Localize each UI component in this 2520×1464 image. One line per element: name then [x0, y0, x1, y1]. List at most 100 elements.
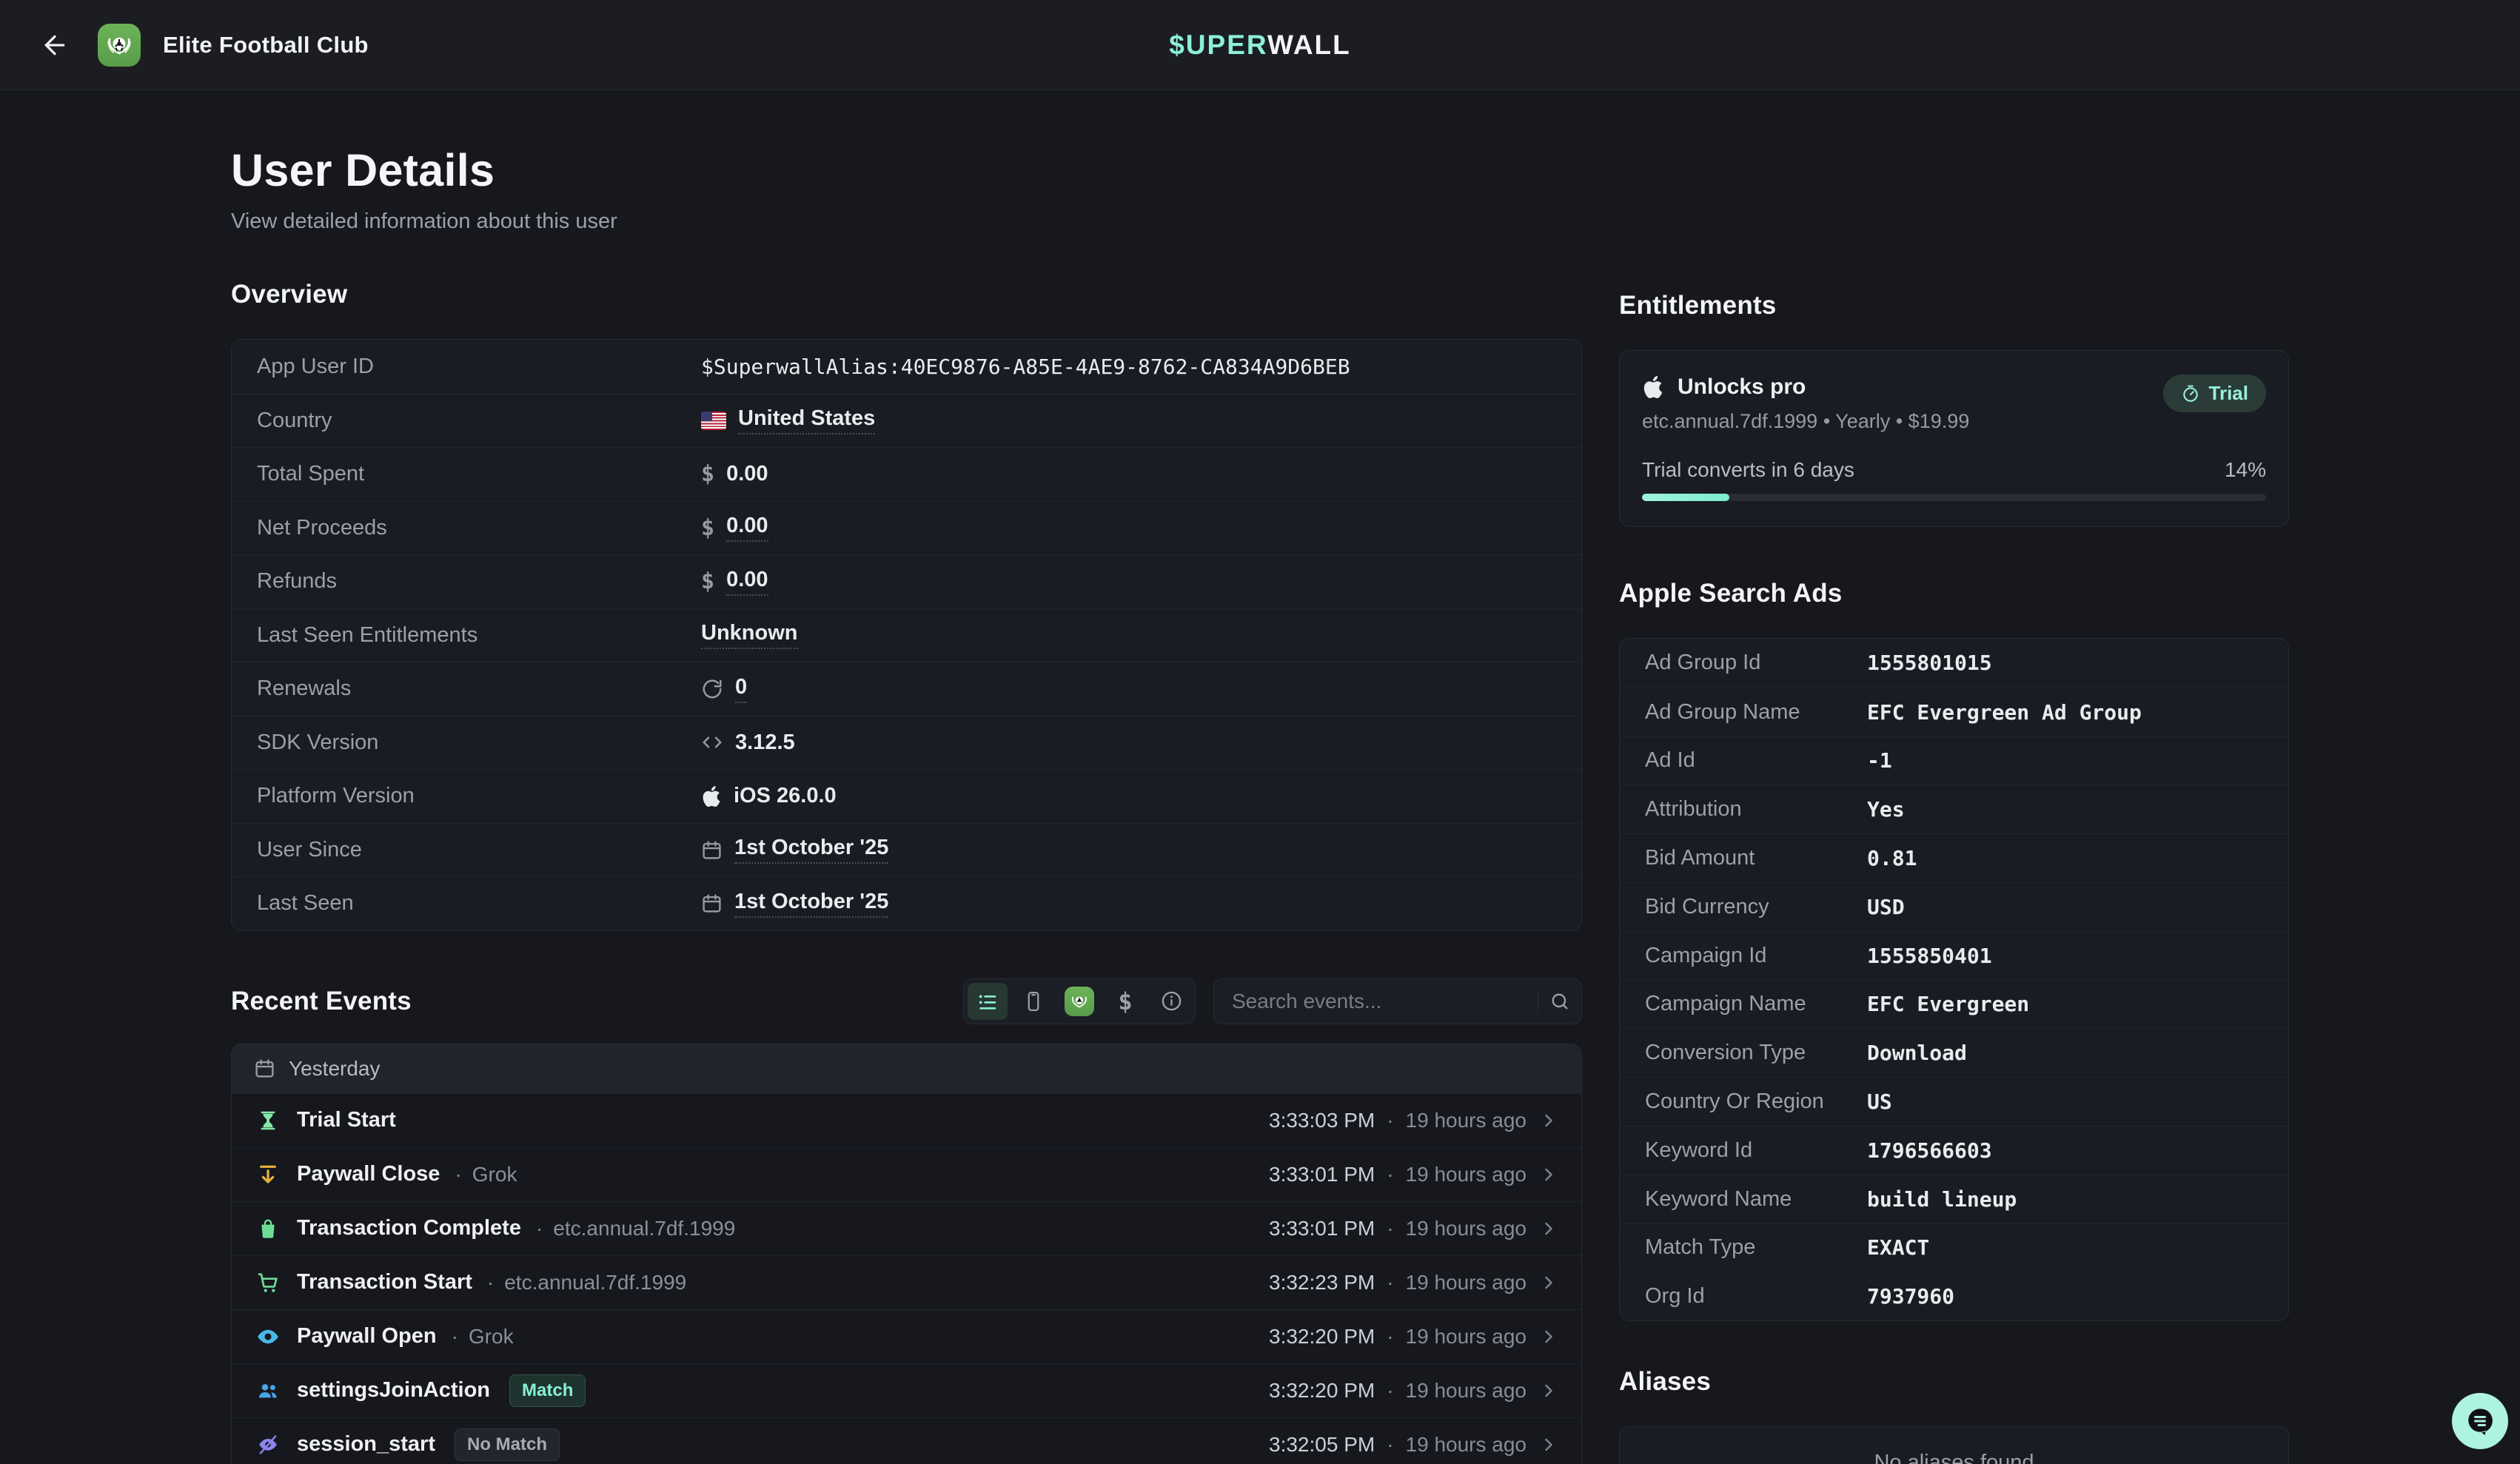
asa-value: build lineup	[1867, 1187, 2017, 1212]
table-row: Match TypeEXACT	[1620, 1223, 2288, 1272]
arrow-left-icon	[40, 30, 70, 60]
app-name: Elite Football Club	[163, 32, 369, 58]
app-logo-icon	[1065, 987, 1094, 1016]
table-row: Ad Group NameEFC Evergreen Ad Group	[1620, 688, 2288, 736]
table-row: Country United States	[232, 394, 1581, 448]
search-icon[interactable]	[1538, 991, 1581, 1012]
trial-progress-bar	[1642, 494, 2266, 501]
row-label: Refunds	[257, 569, 701, 594]
event-relative-time: 19 hours ago	[1406, 1109, 1527, 1132]
last-seen-value[interactable]: 1st October '25	[734, 890, 888, 918]
event-relative-time: 19 hours ago	[1406, 1325, 1527, 1349]
chevron-right-icon	[1538, 1218, 1559, 1239]
event-name: Paywall Close	[297, 1162, 440, 1186]
app-logo-icon	[98, 24, 141, 67]
trial-percentage: 14%	[2225, 458, 2266, 482]
country-value[interactable]: United States	[738, 406, 875, 434]
event-time: 3:32:05 PM	[1269, 1433, 1375, 1457]
net-proceeds-value[interactable]: 0.00	[726, 514, 768, 542]
trial-badge: Trial	[2163, 375, 2266, 412]
event-name: Paywall Open	[297, 1324, 437, 1349]
table-row: Country Or RegionUS	[1620, 1077, 2288, 1126]
table-row: App User ID $SuperwallAlias:40EC9876-A85…	[232, 340, 1581, 394]
refunds-value[interactable]: 0.00	[726, 568, 768, 596]
asa-value: -1	[1867, 748, 1892, 773]
event-sublabel: etc.annual.7df.1999	[504, 1271, 686, 1295]
event-row[interactable]: Paywall Close ·Grok 3:33:01 PM·19 hours …	[232, 1147, 1581, 1201]
events-search-input[interactable]	[1214, 990, 1538, 1013]
entitlement-meta: etc.annual.7df.1999 • Yearly • $19.99	[1642, 410, 1969, 433]
calendar-icon	[254, 1058, 275, 1079]
row-label: Platform Version	[257, 784, 701, 808]
no-aliases-text: No aliases found	[1874, 1451, 2034, 1464]
asa-value: 1555801015	[1867, 651, 1992, 675]
row-label: Net Proceeds	[257, 516, 701, 540]
user-since-value[interactable]: 1st October '25	[734, 836, 888, 864]
filter-device-events-button[interactable]	[1013, 983, 1053, 1020]
event-row[interactable]: Transaction Start ·etc.annual.7df.1999 3…	[232, 1255, 1581, 1309]
table-row: Org Id7937960	[1620, 1272, 2288, 1320]
events-group-header: Yesterday	[232, 1044, 1581, 1093]
row-label: Total Spent	[257, 462, 701, 486]
table-row: Renewals 0	[232, 662, 1581, 716]
back-button[interactable]	[34, 24, 76, 66]
table-row: Net Proceeds $ 0.00	[232, 501, 1581, 555]
event-row[interactable]: session_start No Match 3:32:05 PM·19 hou…	[232, 1417, 1581, 1464]
event-relative-time: 19 hours ago	[1406, 1217, 1527, 1240]
filter-app-events-button[interactable]	[1059, 983, 1099, 1020]
refresh-icon	[701, 678, 723, 700]
filter-info-events-button[interactable]	[1151, 983, 1191, 1020]
asa-value: EFC Evergreen Ad Group	[1867, 700, 2142, 725]
apple-icon	[701, 786, 722, 807]
event-time: 3:33:01 PM	[1269, 1163, 1375, 1186]
table-row: Last Seen 1st October '25	[232, 876, 1581, 930]
superwall-logo: $UPERWALL	[1169, 30, 1351, 61]
dollar-icon: $	[701, 461, 714, 487]
filter-revenue-events-button[interactable]: $	[1105, 983, 1145, 1020]
asa-value: US	[1867, 1089, 1892, 1114]
entitlement-card: Unlocks pro etc.annual.7df.1999 • Yearly…	[1619, 350, 2289, 527]
platform-version-value: iOS 26.0.0	[734, 784, 837, 808]
table-row: Campaign Id1555850401	[1620, 931, 2288, 980]
apple-icon	[1642, 376, 1664, 398]
event-row[interactable]: Trial Start 3:33:03 PM·19 hours ago	[232, 1093, 1581, 1147]
page-subtitle: View detailed information about this use…	[231, 209, 1582, 234]
events-search	[1213, 978, 1582, 1024]
app-user-id-value[interactable]: $SuperwallAlias:40EC9876-A85E-4AE9-8762-…	[701, 355, 1350, 379]
users-icon	[254, 1377, 282, 1405]
filter-all-events-button[interactable]	[968, 983, 1008, 1020]
event-name: session_start	[297, 1432, 435, 1457]
event-row[interactable]: Transaction Complete ·etc.annual.7df.199…	[232, 1201, 1581, 1255]
table-row: Last Seen Entitlements Unknown	[232, 608, 1581, 662]
eye-icon	[254, 1323, 282, 1351]
arrow-down-to-line-icon	[254, 1161, 282, 1189]
chat-support-button[interactable]	[2452, 1393, 2508, 1449]
events-list: Yesterday Trial Start 3:33:03 PM·19 hour…	[231, 1044, 1582, 1464]
event-row[interactable]: Paywall Open ·Grok 3:32:20 PM·19 hours a…	[232, 1309, 1581, 1363]
dollar-icon: $	[701, 568, 714, 594]
table-row: Platform Version iOS 26.0.0	[232, 769, 1581, 823]
renewals-value[interactable]: 0	[735, 675, 747, 703]
row-label: Last Seen Entitlements	[257, 623, 701, 648]
row-label: Country	[257, 409, 701, 433]
info-icon	[1160, 990, 1183, 1013]
recent-events-heading: Recent Events	[231, 987, 412, 1016]
events-group-label: Yesterday	[289, 1057, 381, 1081]
sdk-version-value: 3.12.5	[735, 731, 795, 755]
asa-value: Download	[1867, 1041, 1967, 1065]
last-seen-entitlements-value[interactable]: Unknown	[701, 621, 798, 649]
code-icon	[701, 731, 723, 753]
aliases-heading: Aliases	[1619, 1367, 2289, 1397]
event-row[interactable]: settingsJoinAction Match 3:32:20 PM·19 h…	[232, 1363, 1581, 1417]
event-time: 3:33:01 PM	[1269, 1217, 1375, 1240]
asa-value: EFC Evergreen	[1867, 992, 2029, 1016]
page-title: User Details	[231, 144, 1582, 196]
asa-value: 7937960	[1867, 1284, 1954, 1309]
table-row: Ad Id-1	[1620, 736, 2288, 785]
row-label: App User ID	[257, 355, 701, 379]
event-relative-time: 19 hours ago	[1406, 1433, 1527, 1457]
event-relative-time: 19 hours ago	[1406, 1163, 1527, 1186]
table-row: Bid CurrencyUSD	[1620, 882, 2288, 931]
event-name: Transaction Start	[297, 1270, 472, 1295]
dollar-icon: $	[701, 515, 714, 541]
